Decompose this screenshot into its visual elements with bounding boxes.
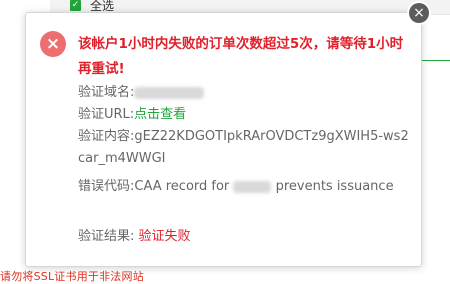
verify-result-value: 验证失败 bbox=[138, 229, 191, 244]
close-icon[interactable]: × bbox=[409, 3, 429, 23]
error-icon: × bbox=[40, 31, 66, 57]
ssl-warning-text: 请勿将SSL证书用于非法网站 bbox=[0, 270, 144, 283]
verify-domain-row: 验证域名: bbox=[78, 82, 413, 104]
error-code-prefix: CAA record for bbox=[134, 179, 230, 194]
verify-content-row: 验证内容:gEZ22KDGOTIpkRArOVDCTz9gXWIH5-ws2ca… bbox=[78, 126, 413, 170]
error-code-suffix: prevents issuance bbox=[275, 179, 394, 194]
verify-domain-label: 验证域名: bbox=[78, 85, 135, 100]
verify-domain-redacted bbox=[134, 86, 205, 99]
error-code-label: 错误代码: bbox=[78, 179, 135, 194]
select-all-checkbox[interactable]: ✓ bbox=[70, 0, 81, 11]
verify-url-label: 验证URL: bbox=[78, 107, 135, 122]
error-code-redacted bbox=[233, 180, 272, 193]
background-tab-underline bbox=[421, 60, 450, 61]
verify-url-row: 验证URL:点击查看 bbox=[78, 104, 413, 126]
error-code-row: 错误代码:CAA record for prevents issuance bbox=[78, 176, 413, 198]
verify-result-row: 验证结果: 验证失败 bbox=[78, 226, 413, 248]
verify-url-link[interactable]: 点击查看 bbox=[134, 107, 186, 122]
verify-result-label: 验证结果: bbox=[78, 229, 135, 244]
verify-content-label: 验证内容: bbox=[78, 129, 135, 144]
dialog-error-title: 该帐户1小时内失败的订单次数超过5次，请等待1小时再重试! bbox=[78, 36, 404, 77]
